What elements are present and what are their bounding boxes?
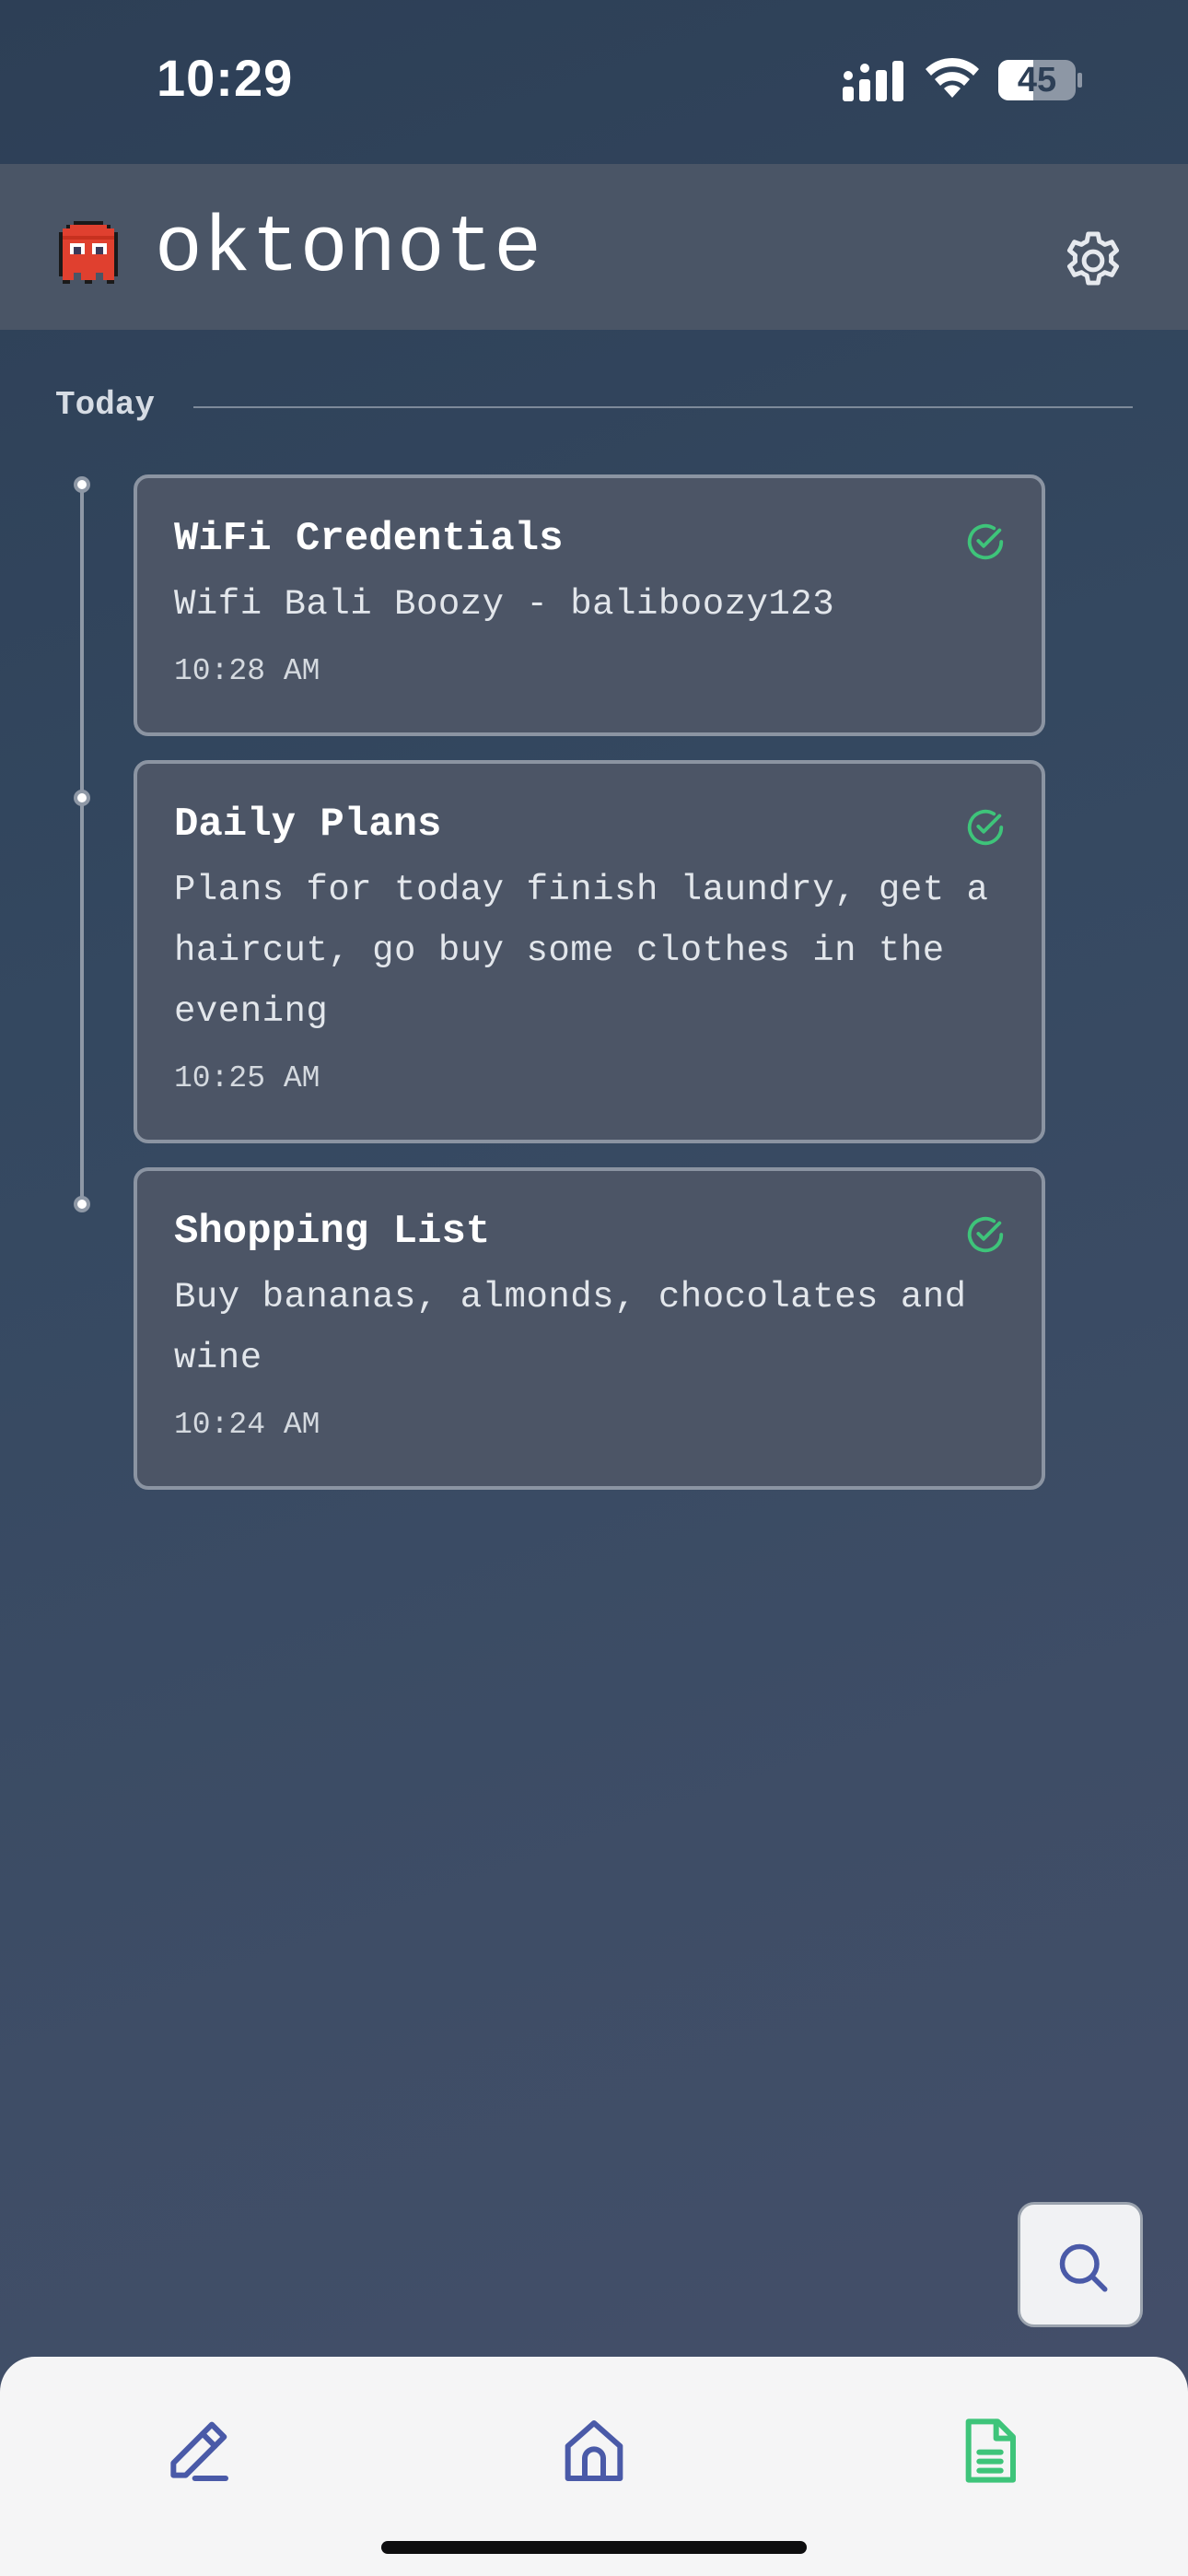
note-body: Wifi Bali Boozy - baliboozy123 xyxy=(174,584,835,625)
battery-percent: 45 xyxy=(1017,61,1057,100)
note-card[interactable]: WiFi Credentials Wifi Bali Boozy - balib… xyxy=(134,474,1045,736)
status-bar: 10:29 45 xyxy=(0,0,1188,164)
note-title: Daily Plans xyxy=(174,802,442,848)
bottom-nav xyxy=(0,2357,1188,2576)
timeline-dot xyxy=(74,1196,90,1212)
search-button[interactable] xyxy=(1018,2202,1143,2327)
note-title: WiFi Credentials xyxy=(174,516,564,562)
check-circle-icon xyxy=(967,523,1004,560)
section-divider xyxy=(193,406,1133,408)
status-time: 10:29 xyxy=(157,49,294,107)
document-icon[interactable] xyxy=(953,2414,1027,2488)
app-header: oktonote xyxy=(0,164,1188,330)
note-body: Buy bananas, almonds, chocolates and win… xyxy=(174,1277,967,1378)
note-title: Shopping List xyxy=(174,1209,491,1255)
app-title: oktonote xyxy=(155,204,542,294)
timeline-line xyxy=(80,485,84,1206)
section-heading-today: Today xyxy=(55,386,156,424)
timeline-dot xyxy=(74,790,90,806)
pencil-icon[interactable] xyxy=(161,2414,235,2488)
check-circle-icon xyxy=(967,1216,1004,1253)
home-icon[interactable] xyxy=(557,2414,631,2488)
gear-icon[interactable] xyxy=(1059,227,1127,295)
note-timestamp: 10:28 AM xyxy=(174,654,320,688)
search-icon xyxy=(1059,2243,1108,2292)
wifi-icon xyxy=(926,57,979,98)
check-circle-icon xyxy=(967,809,1004,846)
home-indicator[interactable] xyxy=(381,2541,807,2554)
note-card[interactable]: Shopping List Buy bananas, almonds, choc… xyxy=(134,1167,1045,1490)
note-timestamp: 10:25 AM xyxy=(174,1061,320,1095)
timeline-dot xyxy=(74,476,90,493)
note-timestamp: 10:24 AM xyxy=(174,1408,320,1442)
cellular-signal-icon xyxy=(843,61,903,101)
note-body: Plans for today finish laundry, get a ha… xyxy=(174,870,989,1032)
ghost-pixel-icon xyxy=(59,221,118,284)
note-card[interactable]: Daily Plans Plans for today finish laund… xyxy=(134,760,1045,1143)
